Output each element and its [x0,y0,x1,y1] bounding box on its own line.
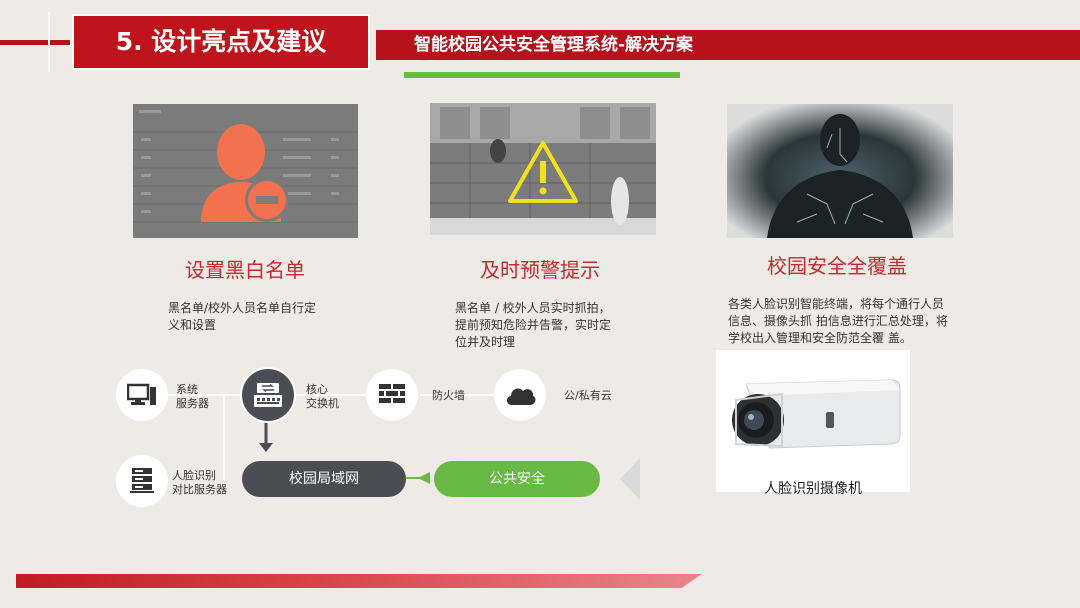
cloud-icon [506,388,536,405]
monitor-icon [127,383,156,405]
label-line: 人脸识别 [172,469,216,482]
face-compare-server-node [116,455,168,507]
camera-pointer [620,458,640,500]
public-safety-pill: 公共安全 [434,461,600,497]
cloud-node [494,369,546,421]
firewall-icon [379,384,405,403]
label-line: 服务器 [176,397,209,410]
down-arrow [259,420,273,452]
bottom-accent-bar [16,574,702,588]
core-switch-node [240,367,296,423]
cloud-label: 公/私有云 [564,389,612,402]
switch-icon [254,383,282,407]
system-server-label: 系统 服务器 [176,383,209,411]
label-line: 系统 [176,383,198,396]
camera-card: 人脸识别摄像机 [716,350,910,497]
network-connectors [168,394,640,500]
firewall-node [366,369,418,421]
campus-lan-pill: 校园局域网 [242,461,406,497]
face-compare-server-label: 人脸识别 对比服务器 [172,469,227,497]
firewall-label: 防火墙 [432,389,465,402]
core-switch-label: 核心 交换机 [306,383,339,411]
label-line: 对比服务器 [172,483,227,496]
system-server-node [116,369,168,421]
label-line: 交换机 [306,397,339,410]
server-rack-icon [130,468,154,493]
camera-icon [732,379,901,449]
camera-label: 人脸识别摄像机 [764,481,862,497]
label-line: 核心 [306,383,328,396]
